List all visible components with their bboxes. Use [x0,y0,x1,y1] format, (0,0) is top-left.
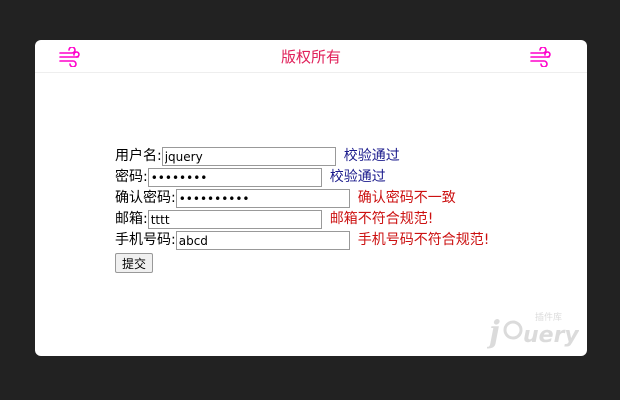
phone-row: 手机号码: 手机号码不符合规范! [115,230,489,251]
email-row: 邮箱: 邮箱不符合规范! [115,209,489,230]
card-header: 版权所有 [35,40,587,73]
username-row: 用户名: 校验通过 [115,146,489,167]
confirm-password-input[interactable] [175,189,350,208]
username-message: 校验通过 [343,148,400,164]
username-label: 用户名: [115,148,162,164]
password-message: 校验通过 [329,169,386,185]
form-card: 版权所有 用户名: 校验通过 密码: 校验通过 确认密码: 确认密码不一致 [35,40,587,356]
jquery-watermark-logo: j uery 插件库 [487,311,579,350]
email-input[interactable] [147,210,322,229]
email-message: 邮箱不符合规范! [329,211,434,227]
phone-label: 手机号码: [115,232,176,248]
password-row: 密码: 校验通过 [115,167,489,188]
email-label: 邮箱: [115,211,148,227]
svg-text:插件库: 插件库 [535,311,562,323]
svg-text:uery: uery [523,323,579,348]
password-label: 密码: [115,169,148,185]
username-input[interactable] [161,147,336,166]
confirm-password-row: 确认密码: 确认密码不一致 [115,188,489,209]
svg-text:j: j [487,315,500,350]
confirm-password-message: 确认密码不一致 [357,190,456,206]
phone-input[interactable] [175,231,350,250]
wind-icon [530,47,551,67]
confirm-password-label: 确认密码: [115,190,176,206]
header-title: 版权所有 [280,48,341,66]
password-input[interactable] [147,168,322,187]
submit-button[interactable]: 提交 [115,253,154,273]
registration-form: 用户名: 校验通过 密码: 校验通过 确认密码: 确认密码不一致 邮箱: 邮箱不… [115,146,489,273]
phone-message: 手机号码不符合规范! [357,232,490,248]
